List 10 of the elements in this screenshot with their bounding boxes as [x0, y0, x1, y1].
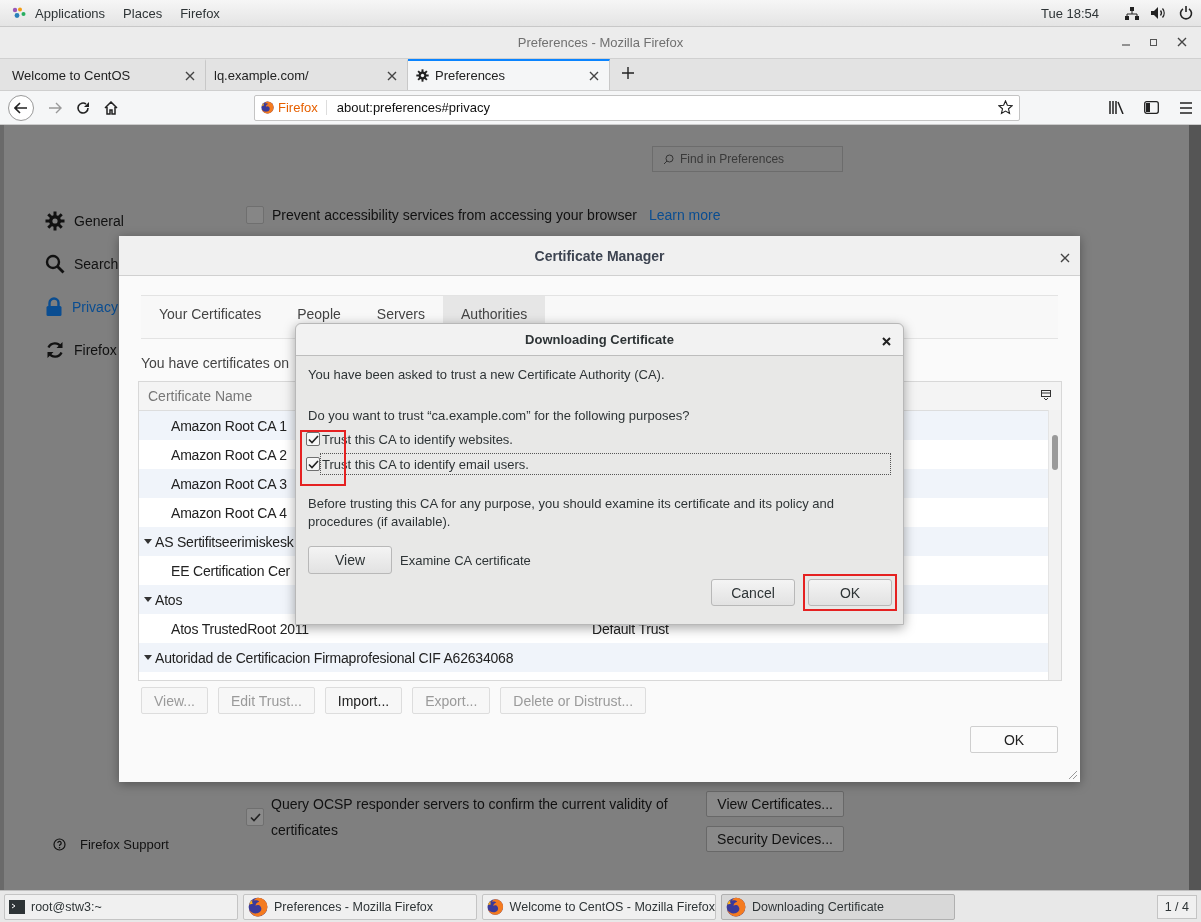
checkbox-label: Query OCSP responder servers to confirm the current validity of certificates [271, 795, 669, 840]
intro-text: You have certificates on [141, 355, 290, 371]
message-text: You have been asked to trust a new Certificate Authority (CA). [308, 366, 666, 384]
question-text: Do you want to trust “ca.example.com” for the following purposes? [308, 407, 691, 425]
dialog-title: Certificate Manager [534, 247, 665, 264]
checkbox-label: Prevent accessibility services from accessing your browser [272, 207, 637, 223]
window-title: Preferences - Mozilla Firefox [517, 35, 684, 50]
hint-text: Examine CA certificate [400, 552, 531, 568]
clock: Tue 18:54 [1040, 5, 1099, 21]
advice-text: Before trusting this CA for any purpose, you should examine its certificate and its policy and procedures (if available). [308, 495, 836, 531]
